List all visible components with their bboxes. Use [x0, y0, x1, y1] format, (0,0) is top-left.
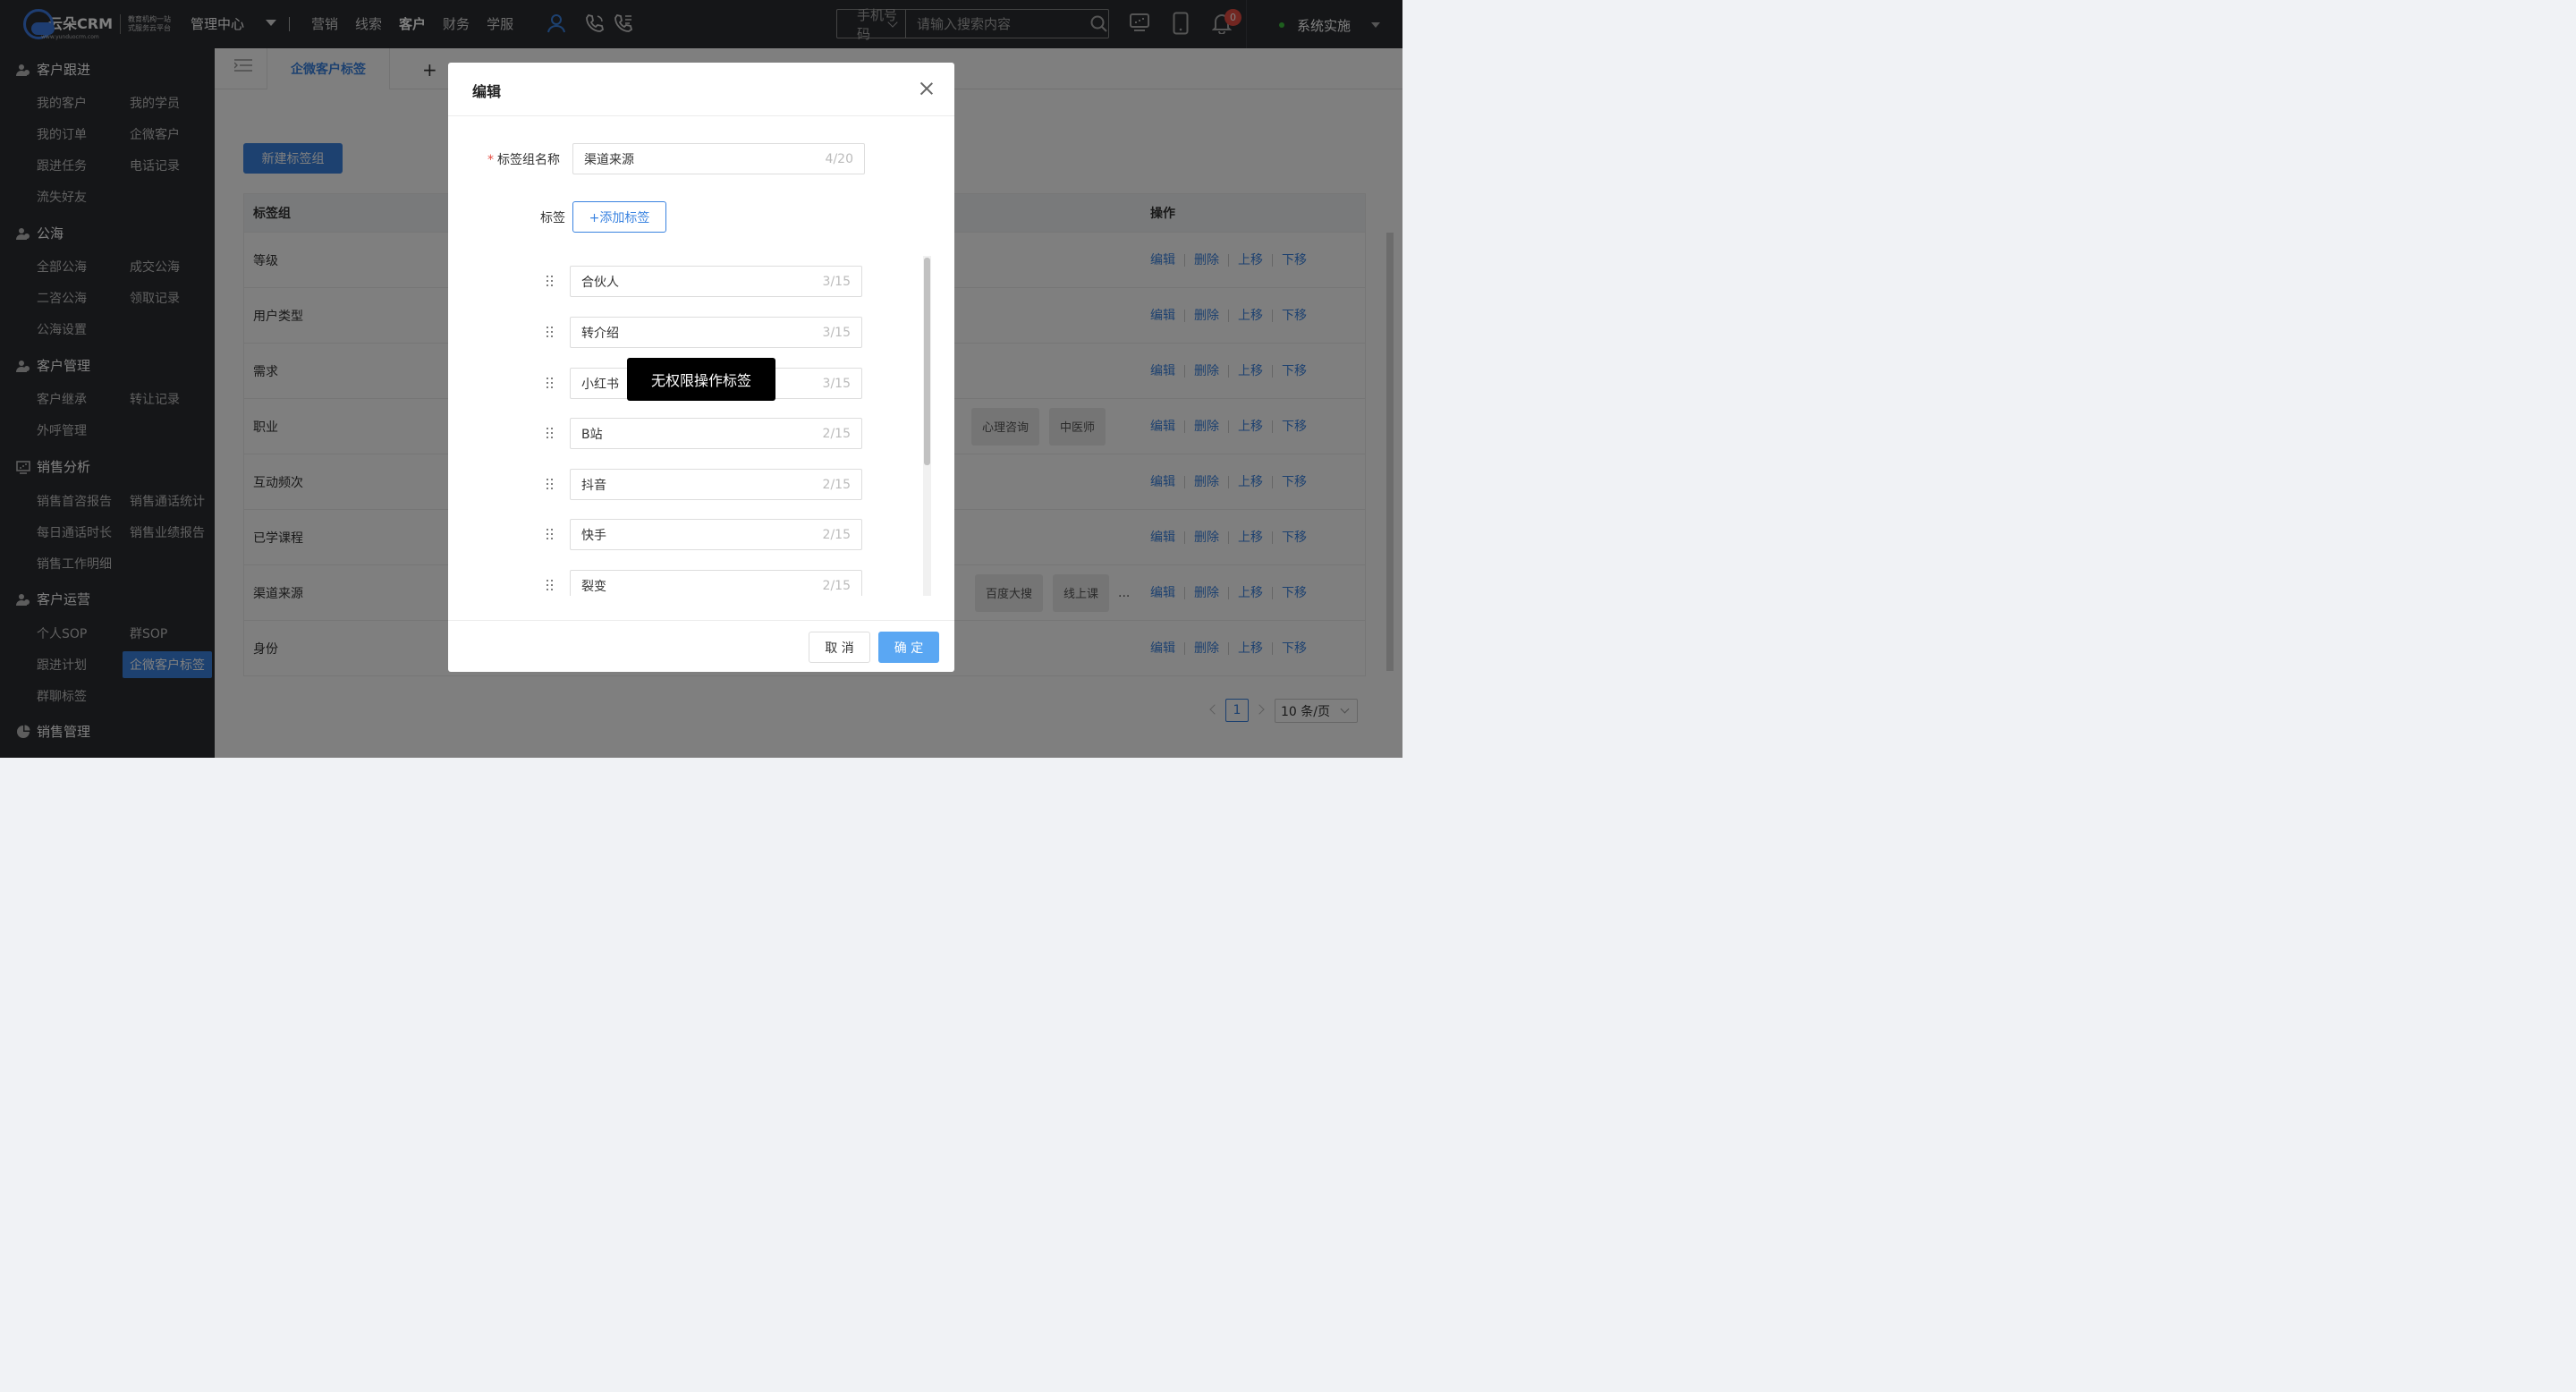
- char-count: 2/15: [822, 578, 851, 593]
- add-tag-button[interactable]: +添加标签: [572, 201, 666, 233]
- char-count: 4/20: [825, 151, 853, 166]
- dialog-title: 编辑: [472, 83, 502, 100]
- drag-handle-icon[interactable]: [547, 276, 554, 286]
- drag-handle-icon[interactable]: [547, 428, 554, 438]
- drag-handle-icon[interactable]: [547, 580, 554, 590]
- dialog-scrollbar[interactable]: [923, 256, 931, 596]
- tag-group-name-input[interactable]: 渠道来源 4/20: [572, 143, 865, 174]
- confirm-button[interactable]: 确 定: [878, 632, 939, 663]
- char-count: 2/15: [822, 527, 851, 542]
- tag-row: 转介绍 3/15: [448, 317, 954, 348]
- tag-input[interactable]: 快手 2/15: [570, 519, 862, 550]
- drag-handle-icon[interactable]: [547, 378, 554, 388]
- drag-handle-icon[interactable]: [547, 479, 554, 489]
- tag-list: 合伙人 3/15 转介绍 3/15 小红书 3/15 B站 2/15 抖音 2/15 快手…: [448, 256, 954, 596]
- tag-input[interactable]: 抖音 2/15: [570, 469, 862, 500]
- cancel-button[interactable]: 取 消: [809, 632, 870, 663]
- tag-row: B站 2/15: [448, 418, 954, 449]
- close-icon[interactable]: [919, 81, 935, 97]
- tag-row: 合伙人 3/15: [448, 266, 954, 297]
- char-count: 2/15: [822, 426, 851, 441]
- char-count: 3/15: [822, 325, 851, 340]
- no-permission-tooltip: 无权限操作标签: [627, 358, 775, 401]
- tag-row: 裂变 2/15: [448, 570, 954, 596]
- drag-handle-icon[interactable]: [547, 327, 554, 337]
- tag-input[interactable]: 合伙人 3/15: [570, 266, 862, 297]
- tag-input[interactable]: B站 2/15: [570, 418, 862, 449]
- tag-group-name-label: * 标签组名称: [487, 153, 560, 167]
- char-count: 3/15: [822, 376, 851, 391]
- char-count: 2/15: [822, 477, 851, 492]
- char-count: 3/15: [822, 274, 851, 289]
- tag-input[interactable]: 转介绍 3/15: [570, 317, 862, 348]
- edit-tag-group-dialog: 编辑 * 标签组名称 渠道来源 4/20 标签 +添加标签 合伙人 3/15 转介绍…: [448, 63, 954, 672]
- tag-input[interactable]: 裂变 2/15: [570, 570, 862, 596]
- tags-label: 标签: [540, 211, 565, 225]
- drag-handle-icon[interactable]: [547, 529, 554, 539]
- tag-row: 快手 2/15: [448, 519, 954, 550]
- tag-row: 抖音 2/15: [448, 469, 954, 500]
